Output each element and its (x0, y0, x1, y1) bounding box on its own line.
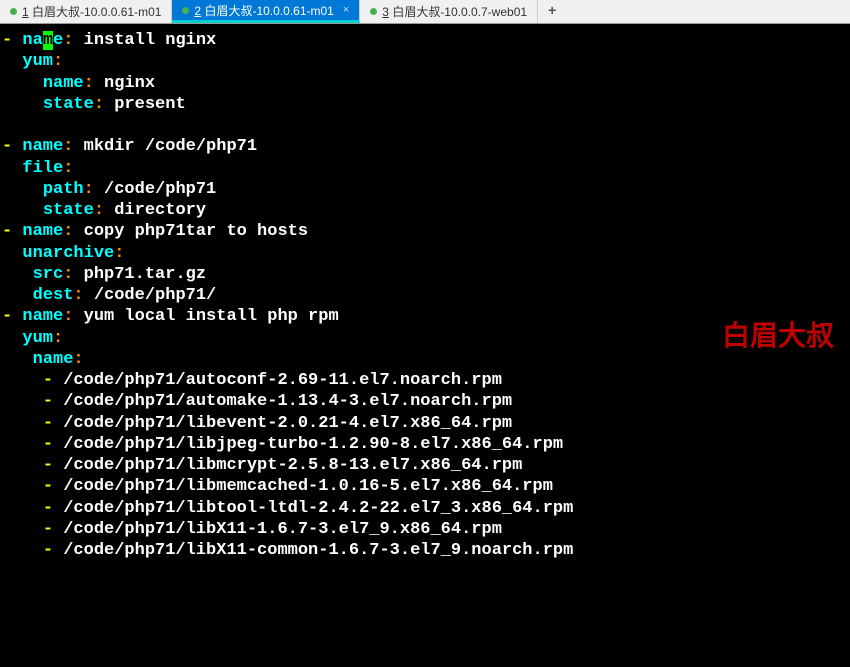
close-icon[interactable]: × (343, 4, 349, 16)
watermark: 白眉大叔 (722, 314, 834, 354)
add-tab-button[interactable]: + (538, 0, 566, 23)
code-line: - /code/php71/libX11-1.6.7-3.el7_9.x86_6… (0, 519, 850, 540)
tab-1[interactable]: 1 白眉大叔-10.0.0.61-m01 (0, 0, 172, 23)
code-line: yum: (0, 51, 850, 72)
code-line: file: (0, 158, 850, 179)
code-line: - /code/php71/libevent-2.0.21-4.el7.x86_… (0, 413, 850, 434)
status-dot-icon (182, 7, 189, 14)
code-line: - /code/php71/libmcrypt-2.5.8-13.el7.x86… (0, 455, 850, 476)
code-line: - name: mkdir /code/php71 (0, 136, 850, 157)
code-line: - /code/php71/libtool-ltdl-2.4.2-22.el7_… (0, 498, 850, 519)
cursor: m (43, 31, 53, 50)
tab-3[interactable]: 3 白眉大叔-10.0.0.7-web01 (360, 0, 538, 23)
tab-number: 1 (22, 5, 29, 19)
code-line: dest: /code/php71/ (0, 285, 850, 306)
status-dot-icon (10, 8, 17, 15)
code-line: unarchive: (0, 243, 850, 264)
code-line: - name: install nginx (0, 30, 850, 51)
code-line: name: nginx (0, 73, 850, 94)
code-line: - /code/php71/autoconf-2.69-11.el7.noarc… (0, 370, 850, 391)
code-line: - name: copy php71tar to hosts (0, 221, 850, 242)
tab-number: 3 (382, 5, 389, 19)
tab-label: 白眉大叔-10.0.0.7-web01 (392, 5, 527, 19)
editor-area[interactable]: 白眉大叔 - name: install nginx yum: name: ng… (0, 24, 850, 567)
tab-label: 白眉大叔-10.0.0.61-m01 (204, 4, 333, 18)
code-line: src: php71.tar.gz (0, 264, 850, 285)
status-dot-icon (370, 8, 377, 15)
code-line: - /code/php71/automake-1.13.4-3.el7.noar… (0, 391, 850, 412)
code-line: path: /code/php71 (0, 179, 850, 200)
code-line: state: present (0, 94, 850, 115)
tab-2[interactable]: 2 白眉大叔-10.0.0.61-m01 × (172, 0, 360, 23)
code-line: - /code/php71/libjpeg-turbo-1.2.90-8.el7… (0, 434, 850, 455)
tab-bar: 1 白眉大叔-10.0.0.61-m01 2 白眉大叔-10.0.0.61-m0… (0, 0, 850, 24)
tab-label: 白眉大叔-10.0.0.61-m01 (32, 5, 161, 19)
code-line: - /code/php71/libmemcached-1.0.16-5.el7.… (0, 476, 850, 497)
code-line: - /code/php71/libX11-common-1.6.7-3.el7_… (0, 540, 850, 561)
tab-number: 2 (194, 4, 201, 18)
code-line: state: directory (0, 200, 850, 221)
code-line (0, 115, 850, 136)
